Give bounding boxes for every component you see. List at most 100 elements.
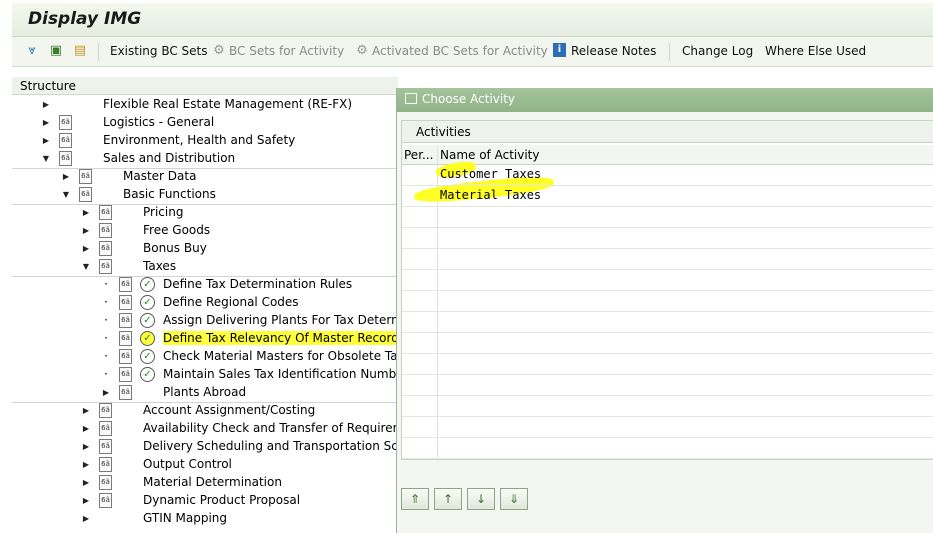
expand-arrow-icon[interactable]: ▶ [41, 97, 51, 113]
tree-node-label[interactable]: Output Control [143, 457, 232, 471]
tree-node-label[interactable]: Master Data [123, 169, 196, 183]
expand-arrow-icon[interactable]: ▶ [41, 115, 51, 131]
expand-arrow-icon[interactable]: ▶ [81, 475, 91, 491]
collapse-arrow-icon[interactable]: ▼ [61, 187, 71, 203]
documentation-icon[interactable]: 6ã [99, 205, 112, 220]
expand-arrow-icon[interactable]: ▶ [81, 403, 91, 419]
tree-node-label[interactable]: Define Regional Codes [163, 295, 299, 309]
tree-node-label[interactable]: Plants Abroad [163, 385, 246, 399]
documentation-icon[interactable]: 6ã [99, 457, 112, 472]
documentation-icon[interactable]: 6ã [119, 349, 132, 364]
dialog-title-bar[interactable]: Choose Activity [397, 88, 933, 112]
expand-arrow-icon[interactable]: ▶ [81, 457, 91, 473]
tree-node-label[interactable]: Define Tax Relevancy Of Master Records [163, 331, 398, 345]
tree-node[interactable]: ▶ 6ã Availability Check and Transfer of … [12, 420, 398, 438]
documentation-icon[interactable]: 6ã [59, 133, 72, 148]
execute-activity-icon[interactable]: ✓ [140, 313, 155, 328]
activated-bc-sets-button[interactable]: Activated BC Sets for Activity [372, 44, 548, 58]
execute-activity-icon[interactable]: ✓ [140, 349, 155, 364]
existing-bc-sets-button[interactable]: Existing BC Sets [110, 44, 208, 58]
tree-node-label[interactable]: Define Tax Determination Rules [163, 277, 352, 291]
release-notes-button[interactable]: Release Notes [571, 44, 656, 58]
tree-node[interactable]: ▶ 6ã Environment, Health and Safety [12, 132, 398, 150]
tree-node-label[interactable]: Check Material Masters for Obsolete Tax … [163, 349, 398, 363]
tree-node-label[interactable]: GTIN Mapping [143, 511, 227, 525]
documentation-icon[interactable]: 6ã [99, 241, 112, 256]
expand-arrow-icon[interactable]: ▶ [81, 493, 91, 509]
first-page-button[interactable]: ⇑ [401, 488, 429, 510]
tree-node[interactable]: ▶ 6ã Plants Abroad [12, 384, 398, 402]
documentation-icon[interactable]: 6ã [99, 493, 112, 508]
change-log-button[interactable]: Change Log [682, 44, 753, 58]
execute-activity-icon[interactable]: ✓ [140, 295, 155, 310]
choose-icon[interactable]: ▣ [48, 43, 64, 59]
tree-node-label[interactable]: Environment, Health and Safety [103, 133, 295, 147]
documentation-icon[interactable]: 6ã [59, 115, 72, 130]
activity-name-cell[interactable]: Material Taxes [440, 188, 541, 202]
clipboard-icon[interactable]: ▤ [72, 43, 88, 59]
table-row[interactable]: Customer Taxes [402, 165, 933, 186]
activity-name-cell[interactable]: Customer Taxes [440, 167, 541, 181]
tree-node[interactable]: ▶ 6ã Delivery Scheduling and Transportat… [12, 438, 398, 456]
tree-node[interactable]: ▶ GTIN Mapping [12, 510, 398, 528]
next-page-button[interactable]: ↓ [467, 488, 495, 510]
tree-node[interactable]: · 6ã ✓ Maintain Sales Tax Identification… [12, 366, 398, 384]
documentation-icon[interactable]: 6ã [99, 259, 112, 274]
expand-arrow-icon[interactable]: ▶ [81, 439, 91, 455]
tree-node-label[interactable]: Pricing [143, 205, 183, 219]
tree-node[interactable]: ▶ 6ã Free Goods [12, 222, 398, 240]
expand-arrow-icon[interactable]: ▶ [81, 205, 91, 221]
tree-node-label[interactable]: Taxes [143, 259, 176, 273]
tree-node[interactable]: ▼ 6ã Sales and Distribution [12, 150, 398, 168]
tree-node[interactable]: ▼ 6ã Basic Functions [12, 186, 398, 204]
documentation-icon[interactable]: 6ã [119, 385, 132, 400]
tree-node[interactable]: ▶ 6ã Bonus Buy [12, 240, 398, 258]
tree-node-label[interactable]: Free Goods [143, 223, 210, 237]
collapse-arrow-icon[interactable]: ▼ [81, 259, 91, 275]
tree-node-label[interactable]: Logistics - General [103, 115, 214, 129]
documentation-icon[interactable]: 6ã [99, 475, 112, 490]
tree-node-label[interactable]: Material Determination [143, 475, 282, 489]
documentation-icon[interactable]: 6ã [59, 151, 72, 166]
bc-sets-for-activity-button[interactable]: BC Sets for Activity [229, 44, 344, 58]
tree-node[interactable]: · 6ã ✓ Assign Delivering Plants For Tax … [12, 312, 398, 330]
expand-arrow-icon[interactable]: ▶ [101, 385, 111, 401]
tree-node-selected[interactable]: · 6ã ✓ Define Tax Relevancy Of Master Re… [12, 330, 398, 348]
last-page-button[interactable]: ⇓ [500, 488, 528, 510]
tree-node-label[interactable]: Basic Functions [123, 187, 216, 201]
documentation-icon[interactable]: 6ã [79, 169, 92, 184]
column-header-per[interactable]: Per... [404, 148, 433, 162]
tree-node-label[interactable]: Bonus Buy [143, 241, 207, 255]
tree-node[interactable]: ▶ 6ã Master Data [12, 168, 398, 186]
execute-activity-icon[interactable]: ✓ [140, 331, 155, 346]
expand-arrow-icon[interactable]: ▶ [81, 511, 91, 527]
tree-node[interactable]: ▼ 6ã Taxes [12, 258, 398, 276]
table-row[interactable]: Material Taxes [402, 186, 933, 207]
documentation-icon[interactable]: 6ã [119, 295, 132, 310]
tree-node-label[interactable]: Flexible Real Estate Management (RE-FX) [103, 97, 352, 111]
tree-node[interactable]: ▶ 6ã Output Control [12, 456, 398, 474]
documentation-icon[interactable]: 6ã [119, 367, 132, 382]
column-header-name[interactable]: Name of Activity [440, 148, 539, 162]
tree-node-label[interactable]: Assign Delivering Plants For Tax Determi… [163, 313, 398, 327]
expand-arrow-icon[interactable]: ▶ [61, 169, 71, 185]
tree-node[interactable]: ▶ 6ã Account Assignment/Costing [12, 402, 398, 420]
tree-node[interactable]: ▶ 6ã Logistics - General [12, 114, 398, 132]
tree-node-label[interactable]: Maintain Sales Tax Identification Number… [163, 367, 398, 381]
tree-node-label[interactable]: Delivery Scheduling and Transportation S… [143, 439, 398, 453]
tree-node[interactable]: · 6ã ✓ Check Material Masters for Obsole… [12, 348, 398, 366]
tree-node-label[interactable]: Account Assignment/Costing [143, 403, 315, 417]
expand-arrow-icon[interactable]: ▶ [81, 241, 91, 257]
execute-activity-icon[interactable]: ✓ [140, 277, 155, 292]
tree-node[interactable]: · 6ã ✓ Define Tax Determination Rules [12, 276, 398, 294]
tree-node[interactable]: · 6ã ✓ Define Regional Codes [12, 294, 398, 312]
where-else-used-button[interactable]: Where Else Used [765, 44, 866, 58]
collapse-arrow-icon[interactable]: ▼ [41, 151, 51, 167]
previous-page-button[interactable]: ↑ [434, 488, 462, 510]
documentation-icon[interactable]: 6ã [99, 421, 112, 436]
execute-activity-icon[interactable]: ✓ [140, 367, 155, 382]
tree-node-label[interactable]: Availability Check and Transfer of Requi… [143, 421, 398, 435]
expand-arrow-icon[interactable]: ▶ [41, 133, 51, 149]
tree-node-label[interactable]: Sales and Distribution [103, 151, 235, 165]
documentation-icon[interactable]: 6ã [119, 331, 132, 346]
